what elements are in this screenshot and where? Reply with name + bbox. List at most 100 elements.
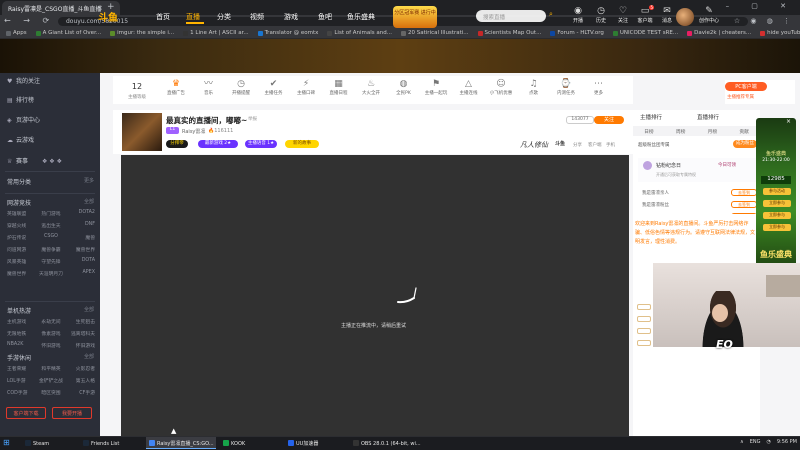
sidebar-category-link[interactable]: 穿越火线 [7,222,36,229]
header-icon-4[interactable]: ✉ 消息 [656,6,678,24]
sidebar-category-link[interactable]: 炉石传说 [7,234,36,241]
quick-action-7[interactable]: ◍ 全民PK [392,78,416,96]
nav-games[interactable]: 游戏 [284,12,298,22]
sidebar-category-link[interactable]: 怀旧游戏 [36,342,65,349]
rank-tab[interactable]: 日榜 [644,128,654,136]
sidebar-item-3[interactable]: ☁ 云游戏 [7,135,34,144]
sidebar-item-0[interactable]: ♥ 我的关注 [7,76,40,85]
sidebar-category-link[interactable]: 怀旧游戏 [66,342,95,349]
bookmark-item[interactable]: Scientists Map Out... [477,30,541,36]
sidebar-item-events[interactable]: ♕ 赛事 ❖ ❖ ❖ [7,156,62,165]
taskbar-app[interactable]: UU加速器 [285,437,347,449]
bookmark-item[interactable]: Translator @ eomtx [257,30,318,36]
sidebar-category-link[interactable]: 金铲铲之战 [36,377,65,384]
bookmark-item[interactable]: Davie2k | cheaters... [687,30,751,36]
mobile-tool[interactable]: 手机 [606,142,615,148]
tray-item[interactable]: ◔ [766,439,770,445]
bookmark-item[interactable]: List of Animals and... [327,30,392,36]
sidebar-section-more[interactable]: 全部 [84,198,94,205]
bookmark-item[interactable]: 1 Line Art | ASCII ar... [183,30,249,36]
sidebar-category-link[interactable]: 无限地铁 [7,330,36,337]
sidebar-category-link[interactable]: 主机游戏 [7,318,36,325]
bookmark-item[interactable]: UNICODE TEST sRE... [612,30,678,36]
sidebar-category-link[interactable]: 生死狙击 [66,318,95,325]
quick-action-8[interactable]: ⚑ 主播一起玩 [424,78,448,96]
nav-gala[interactable]: 鱼乐盛典 [347,12,375,22]
sidebar-category-link[interactable]: 守望先锋 [36,258,65,265]
header-icon-1[interactable]: ◷ 历史 [590,6,612,24]
taskbar-app[interactable]: KOOK [220,437,282,449]
header-promo-banner[interactable]: 分区冠军赛 进行中 [393,6,437,28]
sidebar-category-link[interactable]: CSGO [36,234,65,241]
taskbar-app[interactable]: Steam [22,437,78,449]
sidebar-section-more[interactable]: 全部 [84,353,94,360]
tray-item[interactable]: ∧ [740,439,744,445]
sidebar-category-link[interactable]: 魔兽世界 [7,270,36,277]
rank-panel-title[interactable]: 主播排行 [640,113,662,121]
windows-start-icon[interactable]: ⊞ [3,439,11,447]
bookmark-item[interactable]: Forum - HLTV.org [550,30,604,36]
sidebar-category-link[interactable]: 热门游戏 [36,210,65,217]
rank-item-button[interactable]: 去签到 [731,201,757,208]
sidebar-category-link[interactable]: 魔兽 [66,234,95,241]
event-action-button[interactable]: 立即参与 [763,224,791,231]
room-tag[interactable]: 主播语音 1★ [245,140,277,148]
quick-action-4[interactable]: ⚡ 主播口碑 [294,78,318,96]
douyu-logo[interactable]: 斗鱼 [98,9,118,24]
sidebar-category-link[interactable]: DOTA2 [66,210,95,217]
sidebar-category-link[interactable]: LOL手游 [7,377,36,384]
sidebar-category-link[interactable]: 风暴英雄 [7,258,36,265]
sidebar-category-link[interactable]: 暗区突围 [36,389,65,396]
nav-category[interactable]: 分类 [217,12,231,22]
rank-panel-title-2[interactable]: 直播排行 [697,113,719,121]
quick-action-6[interactable]: ♨ 大火全开 [359,78,383,96]
bookmark-item[interactable]: hide youTube bar [760,30,800,36]
header-icon-5[interactable]: ✎ 创作中心 [698,6,720,24]
sidebar-category-link[interactable]: 逃出生天 [36,222,65,229]
client-download-button[interactable]: 客户端下载 [6,407,46,419]
sidebar-category-link[interactable]: 王者荣耀 [7,365,36,372]
tray-item[interactable]: 9:56 PM [777,439,797,445]
quick-action-2[interactable]: ◷ 开播提醒 [229,78,253,96]
sidebar-category-link[interactable]: 第五人格 [66,377,95,384]
sidebar-common-more[interactable]: 更多 [84,177,94,184]
nav-fishbar[interactable]: 鱼吧 [318,12,332,22]
bookmark-item[interactable]: Apps [6,30,27,36]
rank-tab[interactable]: 贡献 [739,128,749,136]
client-tool[interactable]: 客户端 [588,142,602,148]
sidebar-category-link[interactable]: 永劫无间 [36,318,65,325]
event-action-button[interactable]: 立即参与 [763,200,791,207]
start-broadcast-button[interactable]: 我要开播 [52,407,92,419]
quick-action-0[interactable]: ♛ 直播广告 [164,78,188,96]
sidebar-category-link[interactable]: 像素游戏 [36,330,65,337]
sidebar-category-link[interactable]: DOTA [66,258,95,265]
video-player[interactable] [121,155,629,436]
sidebar-category-link[interactable]: 逃离塔科夫 [66,330,95,337]
close-icon[interactable]: × [786,118,791,125]
sidebar-category-link[interactable]: 火影忍者 [66,365,95,372]
room-tag[interactable]: 新的故事 [285,140,319,148]
taskbar-app[interactable]: Raisy雷凛直播_CS:GO... [146,437,216,449]
sidebar-category-link[interactable]: COD手游 [7,389,36,396]
sidebar-section-more[interactable]: 全部 [84,306,94,313]
site-search-input[interactable]: 搜索直播 [476,10,546,22]
quick-action-12[interactable]: ⌚ 内测任务 [554,78,578,96]
share-tool[interactable]: 分享 [573,142,582,148]
tray-item[interactable]: ENG [750,439,761,445]
nav-video[interactable]: 视频 [250,12,264,22]
sidebar-category-link[interactable]: 魔兽世界 [66,246,95,253]
join-fans-button[interactable]: 成为粉丝 [733,140,757,148]
sidebar-category-link[interactable]: 英雄联盟 [7,210,36,217]
quick-action-3[interactable]: ✔ 主播任务 [262,78,286,96]
sidebar-category-link[interactable]: CF手游 [66,389,95,396]
sidebar-category-link[interactable]: 天涯明月刀 [36,270,65,277]
quick-action-11[interactable]: ♫ 点歌 [522,78,546,96]
window-controls[interactable]: – ▢ ✕ [726,2,796,10]
sidebar-category-link[interactable]: 问道网游 [7,246,36,253]
nav-live[interactable]: 直播 [186,12,200,22]
nav-home[interactable]: 首页 [156,12,170,22]
sidebar-category-link[interactable]: 和平精英 [36,365,65,372]
quick-action-13[interactable]: ⋯ 更多 [587,78,611,96]
sidebar-category-link[interactable]: NBA2K [7,342,36,349]
rank-tab[interactable]: 月榜 [708,128,718,136]
